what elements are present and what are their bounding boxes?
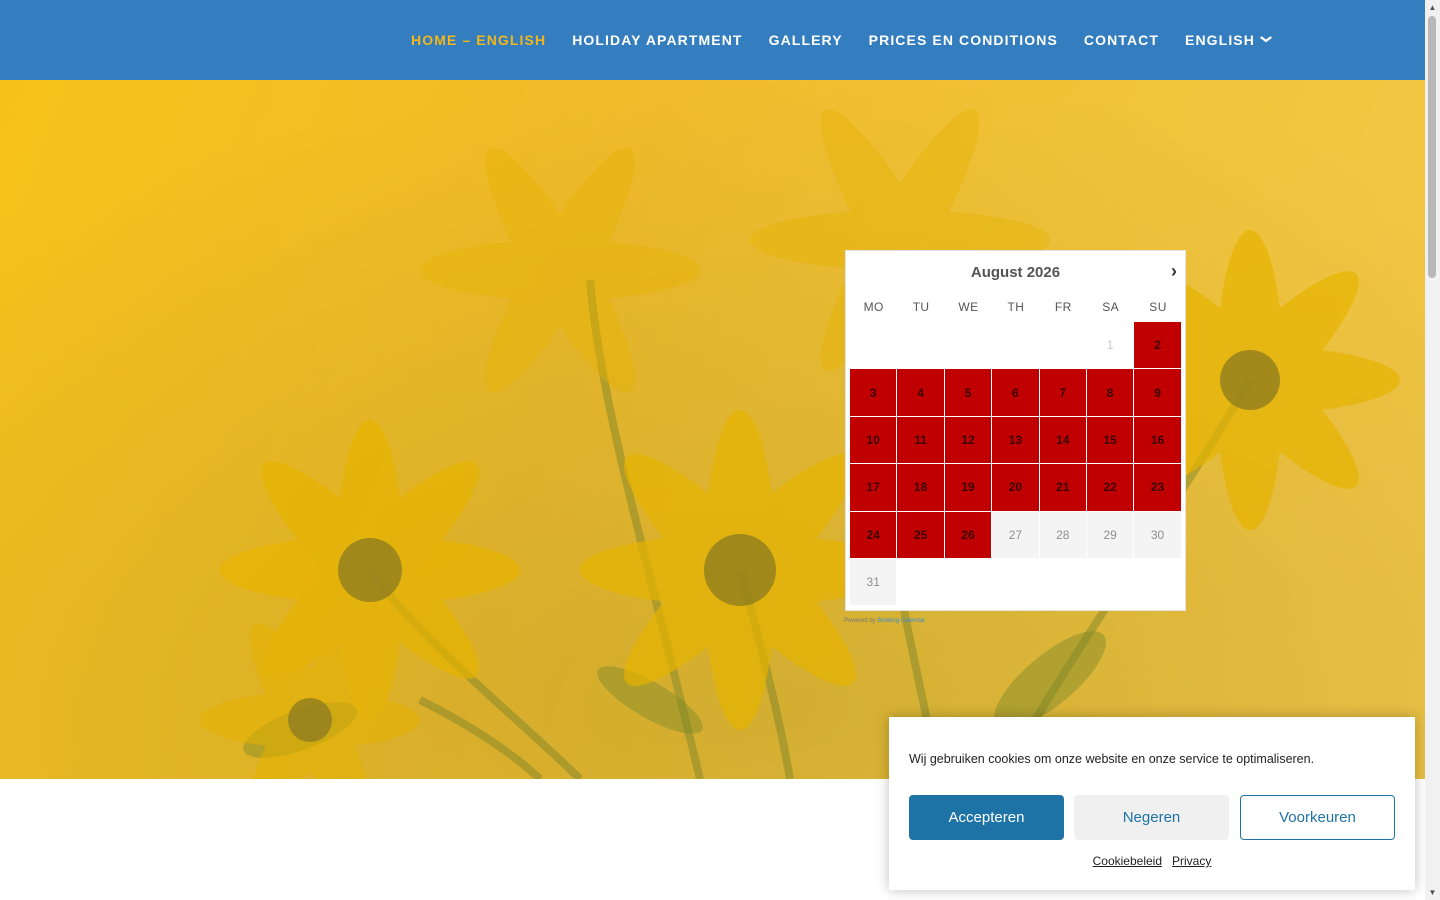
calendar-day-free[interactable]: 29 <box>1086 511 1134 558</box>
weekday-label: TU <box>912 300 930 314</box>
calendar-day-booked: 14 <box>1039 416 1086 464</box>
cookie-policy-link[interactable]: Cookiebeleid <box>1093 854 1162 868</box>
calendar-month-title: August 2026 <box>970 264 1061 281</box>
calendar-day-booked: 15 <box>1086 416 1134 464</box>
calendar-day-free[interactable]: 30 <box>1134 511 1181 558</box>
calendar-day-booked: 7 <box>1039 369 1086 416</box>
nav-holiday-apartment[interactable]: HOLIDAY APARTMENT <box>572 32 742 48</box>
calendar-day-booked: 25 <box>897 511 944 558</box>
calendar-day-booked: 26 <box>944 511 992 558</box>
calendar-day-booked: 10 <box>850 416 897 464</box>
nav-label: HOME – ENGLISH <box>411 32 547 48</box>
calendar-day-free[interactable]: 31 <box>850 558 897 606</box>
powered-by-link[interactable]: Booking Calendar <box>877 618 925 624</box>
calendar-day-booked: 12 <box>944 416 992 464</box>
sunflowers-illustration <box>0 80 1425 779</box>
calendar-day-booked: 19 <box>944 464 992 511</box>
site-header: HOME – ENGLISH HOLIDAY APARTMENT GALLERY… <box>0 0 1425 80</box>
calendar-weekday-header: MO TU WE TH FR SA SU <box>850 300 1182 314</box>
calendar-empty-cell <box>992 322 1038 368</box>
weekday-label: WE <box>958 300 979 314</box>
hero-background-image <box>0 80 1425 779</box>
calendar-day-booked: 17 <box>850 464 897 511</box>
chevron-down-icon <box>1259 34 1273 46</box>
calendar-day-booked: 20 <box>992 464 1039 511</box>
main-nav: HOME – ENGLISH HOLIDAY APARTMENT GALLERY… <box>411 0 1273 80</box>
nav-label: HOLIDAY APARTMENT <box>572 32 743 48</box>
nav-language-english[interactable]: ENGLISH <box>1185 32 1273 48</box>
nav-label: PRICES EN CONDITIONS <box>868 32 1058 48</box>
deny-cookies-button[interactable]: Negeren <box>1074 795 1229 840</box>
weekday-label: TH <box>1007 300 1025 314</box>
nav-label: ENGLISH <box>1185 32 1255 48</box>
calendar-day-booked: 21 <box>1039 464 1086 511</box>
weekday-label: FR <box>1054 300 1072 314</box>
privacy-link[interactable]: Privacy <box>1172 854 1211 868</box>
calendar-day-booked: 24 <box>850 511 897 558</box>
calendar-day-booked: 5 <box>944 369 992 416</box>
accept-cookies-button[interactable]: Accepteren <box>909 795 1064 840</box>
powered-by-text: Powered by Booking Calendar <box>844 618 925 624</box>
calendar-empty-cell <box>850 322 896 368</box>
calendar-day-booked: 11 <box>897 416 944 464</box>
calendar-empty-cell <box>1040 322 1086 368</box>
nav-contact[interactable]: CONTACT <box>1084 32 1159 48</box>
nav-gallery[interactable]: GALLERY <box>769 32 843 48</box>
powered-prefix: Powered by <box>844 618 878 624</box>
calendar-day-booked: 6 <box>992 369 1039 416</box>
nav-prices-conditions[interactable]: PRICES EN CONDITIONS <box>869 32 1058 48</box>
calendar-day-booked: 13 <box>992 416 1039 464</box>
cookie-links: Cookiebeleid Privacy <box>889 854 1415 868</box>
weekday-label: SA <box>1102 300 1120 314</box>
calendar-day-booked: 22 <box>1086 464 1134 511</box>
cookie-consent-banner: Wij gebruiken cookies om onze website en… <box>889 717 1415 890</box>
scroll-down-arrow-icon[interactable]: ▼ <box>1425 885 1440 900</box>
calendar-day-booked: 4 <box>897 369 944 416</box>
calendar-day-booked: 8 <box>1086 369 1134 416</box>
chevron-right-icon[interactable]: › <box>1167 261 1181 282</box>
calendar-empty-cell <box>945 322 991 368</box>
calendar-empty-cell <box>897 322 943 368</box>
calendar-day-booked: 2 <box>1134 322 1181 369</box>
weekday-label: SU <box>1149 300 1167 314</box>
calendar-day-booked: 16 <box>1134 416 1181 464</box>
nav-label: CONTACT <box>1083 32 1160 48</box>
nav-home-english[interactable]: HOME – ENGLISH <box>411 32 546 48</box>
scrollbar-thumb[interactable] <box>1428 16 1436 278</box>
calendar-day-booked: 23 <box>1134 464 1181 511</box>
calendar-day-booked: 9 <box>1134 369 1181 416</box>
calendar-day-booked: 18 <box>897 464 944 511</box>
weekday-label: MO <box>863 300 884 314</box>
nav-label: GALLERY <box>768 32 843 48</box>
scroll-up-arrow-icon[interactable]: ▲ <box>1425 0 1440 15</box>
cookie-message: Wij gebruiken cookies om onze website en… <box>909 752 1315 766</box>
calendar-day-free[interactable]: 27 <box>992 511 1039 558</box>
calendar-day-past: 1 <box>1086 322 1134 369</box>
cookie-preferences-button[interactable]: Voorkeuren <box>1240 795 1395 840</box>
page-scrollbar[interactable]: ▲ ▼ <box>1425 0 1440 900</box>
calendar-day-booked: 3 <box>850 369 897 416</box>
calendar-day-free[interactable]: 28 <box>1039 511 1086 558</box>
booking-calendar: August 2026 › MO TU WE TH FR SA SU 1 2 3 4 5 6 7 8 9 10… <box>845 250 1186 611</box>
calendar-day-grid: 1 2 3 4 5 6 7 8 9 10 11 12 13 14 15 16 17 18 19 20 21 22 23 24 2… <box>850 322 1181 606</box>
